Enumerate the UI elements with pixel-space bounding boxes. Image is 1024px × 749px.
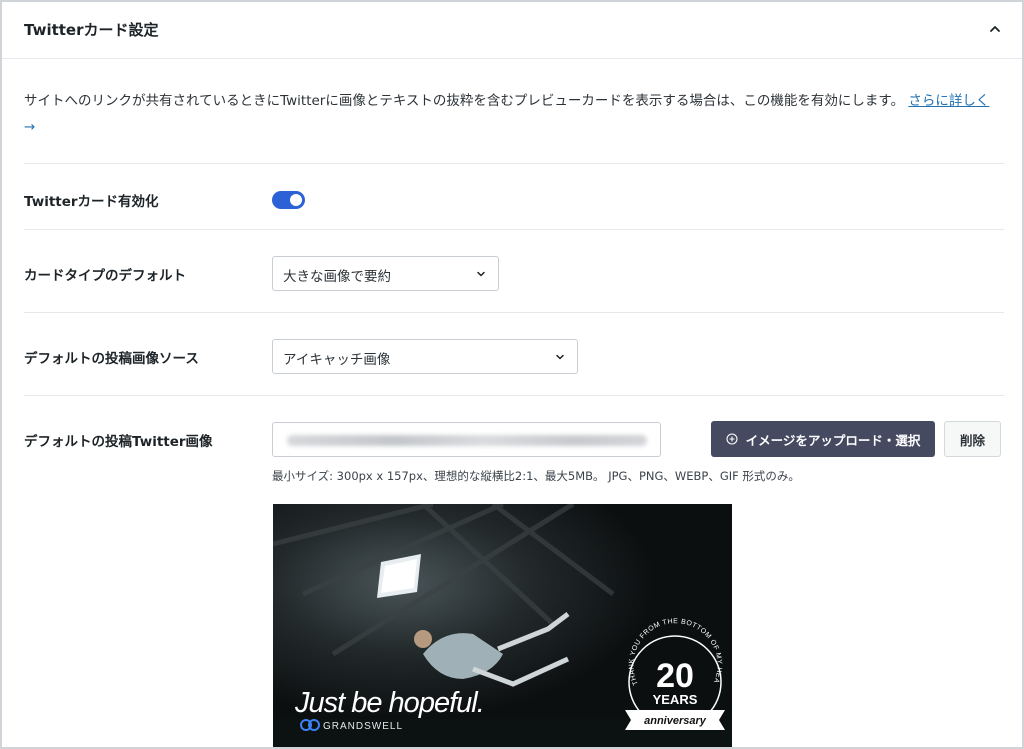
enable-toggle[interactable] [272,191,305,209]
section-description: サイトへのリンクが共有されているときにTwitterに画像とテキストの抜粋を含む… [24,88,999,140]
badge-ribbon: anniversary [644,715,707,727]
preview-illustration: Just be hopeful. GRANDSWELL THANK YOU FR… [273,504,732,747]
blurred-url [287,435,647,446]
badge-number: 20 [656,657,694,695]
image-url-input[interactable] [272,422,661,457]
settings-panel: Twitterカード設定 サイトへのリンクが共有されているときにTwitterに… [0,0,1024,749]
image-source-label: デフォルトの投稿画像ソース [24,351,199,367]
upload-image-button[interactable]: イメージをアップロード・選択 [711,421,935,457]
chevron-down-icon [556,354,564,360]
chevron-down-icon [477,271,485,277]
toggle-knob [290,194,302,206]
panel-header[interactable]: Twitterカード設定 [2,2,1022,59]
image-size-hint: 最小サイズ: 300px x 157px、理想的な縦横比2:1、最大5MB。 J… [272,469,800,483]
divider [24,163,1004,164]
chevron-up-icon[interactable] [986,20,1004,38]
enable-label: Twitterカード有効化 [24,194,159,210]
preview-tagline: Just be hopeful. [294,687,484,719]
panel-title: Twitterカード設定 [24,21,159,39]
arrow-right-icon: → [24,119,36,135]
twitter-image-preview: Just be hopeful. GRANDSWELL THANK YOU FR… [273,504,732,747]
card-type-label: カードタイプのデフォルト [24,268,186,284]
learn-more-link[interactable]: さらに詳しく [908,93,989,109]
badge-years: YEARS [653,692,698,707]
divider [24,312,1004,313]
twitter-image-label: デフォルトの投稿Twitter画像 [24,434,213,450]
image-source-select[interactable]: アイキャッチ画像 [272,339,578,374]
image-source-value: アイキャッチ画像 [283,352,391,368]
card-type-select[interactable]: 大きな画像で要約 [272,256,499,291]
upload-button-label: イメージをアップロード・選択 [745,432,921,448]
delete-image-button[interactable]: 削除 [944,421,1001,457]
divider [24,229,1004,230]
plus-circle-icon [726,433,738,445]
card-type-value: 大きな画像で要約 [283,269,391,285]
description-text: サイトへのリンクが共有されているときにTwitterに画像とテキストの抜粋を含む… [24,93,905,109]
brand-name: GRANDSWELL [323,721,403,732]
divider [24,395,1004,396]
